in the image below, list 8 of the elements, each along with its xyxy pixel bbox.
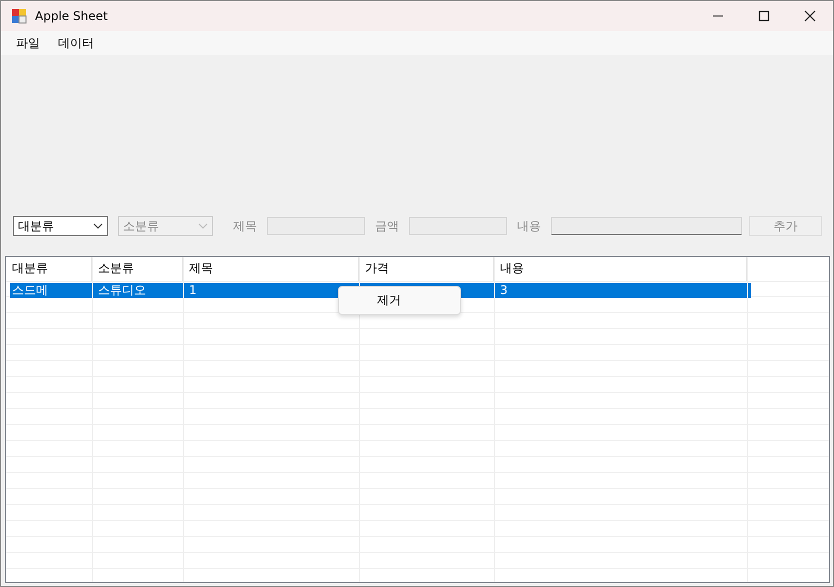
field-label: 금액 [375,218,399,234]
table-cell-text: 1 [188,283,198,298]
field-label: 제목 [233,218,257,234]
table-cell-text: 스튜디오 [97,283,147,298]
table-cell-text: 스드메 [11,283,49,298]
table-cell-text: 3 [499,283,509,298]
field-label: 내용 [517,218,541,234]
window-title: Apple Sheet [35,9,108,23]
